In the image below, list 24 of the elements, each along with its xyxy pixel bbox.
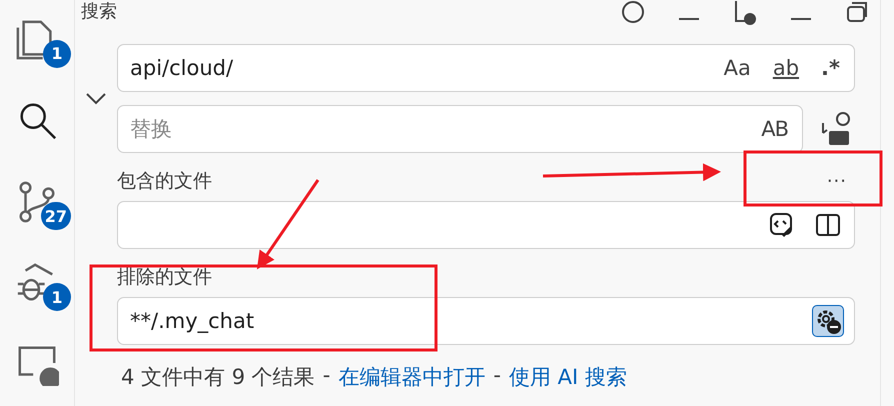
field-label: 包含的文件 [117,169,212,194]
count-badge: 1 [43,283,71,312]
toggle-button[interactable]: .* [817,53,844,83]
more-button[interactable]: ··· [826,170,847,192]
field-label: 排除的文件 [117,265,213,290]
result-link[interactable]: 在编辑器中打开 [338,363,486,391]
gear-minus-icon[interactable] [812,305,844,337]
count-badge: 27 [40,202,71,230]
toggle-button[interactable]: ab [768,53,804,83]
toggle-button[interactable]: AB [757,114,792,144]
toggle-button[interactable]: Aa [720,53,755,83]
result-text: - [493,363,501,389]
result-text: 4 文件中有 9 个结果 [121,364,315,391]
count-badge: 1 [43,40,71,68]
chevron-icon[interactable] [85,92,107,106]
panel-title: 搜索 [81,0,117,24]
exclude-field[interactable]: **/.my_chat [117,297,855,345]
result-link[interactable]: 使用 AI 搜索 [508,363,627,391]
circle-icon[interactable] [620,0,646,25]
copy-icon[interactable] [844,0,870,25]
include-field[interactable] [117,201,855,249]
replace-field[interactable]: 替换 AB [117,105,803,153]
result-text: - [322,363,330,389]
search-field[interactable]: api/cloud/ Aa ab .* [117,44,855,92]
